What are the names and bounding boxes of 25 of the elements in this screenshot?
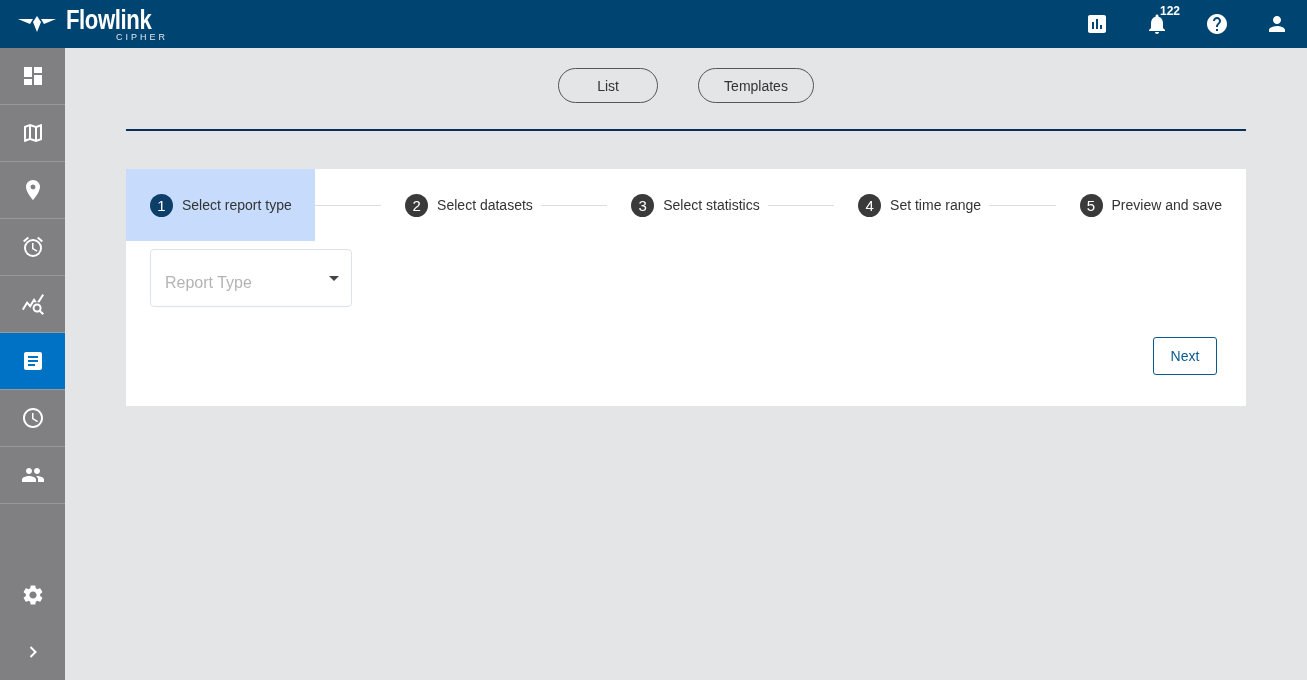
step-number: 5 [1079,193,1103,217]
step-label: Select report type [182,197,292,213]
alarm-clock-icon [20,235,45,259]
next-button[interactable]: Next [1153,337,1217,375]
step-label: Preview and save [1111,197,1223,213]
brand-name: Flowlink [66,6,152,34]
step-number: 1 [150,193,173,217]
logo-icon [18,16,56,32]
caret-icon [329,275,339,281]
step-label: Set time range [890,197,982,213]
sidebar-item[interactable] [0,333,65,390]
brand-subtitle: CIPHER [116,32,168,42]
notifications-button[interactable]: 122 [1127,0,1187,48]
step-label: Select statistics [663,197,760,213]
step-number: 4 [858,193,882,217]
bar-chart-icon [1085,12,1109,36]
report-type-dropdown[interactable]: Report Type [150,249,352,307]
notification-count: 122 [1160,4,1181,18]
chevron-right-icon [28,645,37,658]
clock-icon [20,406,45,430]
step-label: Select datasets [437,197,533,213]
step-number: 3 [631,193,655,217]
chart-search-icon [20,292,45,316]
step-number: 2 [405,193,429,217]
help-icon [1205,12,1229,36]
